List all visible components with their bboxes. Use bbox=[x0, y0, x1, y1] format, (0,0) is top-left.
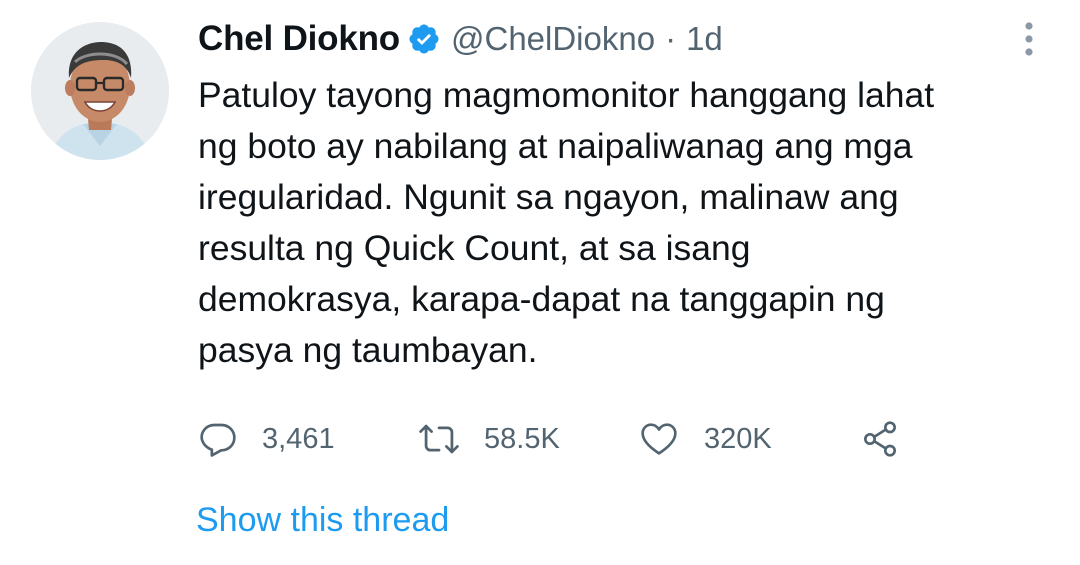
tweet-text-line: ng boto ay nabilang at naipaliwanag ang … bbox=[198, 126, 913, 166]
like-button[interactable]: 320K bbox=[638, 417, 772, 461]
tweet-timestamp[interactable]: 1d bbox=[686, 20, 723, 58]
tweet-text-line: Patuloy tayong magmomonitor hanggang lah… bbox=[198, 75, 935, 115]
tweet-text-line: demokrasya, karapa-dapat na tanggapin ng bbox=[198, 279, 885, 319]
like-count: 320K bbox=[704, 422, 772, 455]
tweet-card[interactable]: Chel Diokno @ChelDiokno · 1d Patuloy tay… bbox=[0, 0, 1080, 565]
avatar-photo bbox=[31, 22, 169, 160]
tweet-text: Patuloy tayong magmomonitor hanggang lah… bbox=[198, 70, 1058, 376]
tweet-text-line: resulta ng Quick Count, at sa isang bbox=[198, 228, 751, 268]
more-vertical-icon[interactable] bbox=[1015, 18, 1043, 60]
retweet-button[interactable]: 58.5K bbox=[418, 417, 560, 461]
share-button[interactable] bbox=[860, 417, 900, 461]
author-handle[interactable]: @ChelDiokno bbox=[451, 20, 655, 58]
heart-icon bbox=[641, 423, 677, 455]
tweet-header: Chel Diokno @ChelDiokno · 1d bbox=[198, 14, 723, 64]
reply-icon bbox=[200, 423, 236, 457]
header-separator: · bbox=[665, 20, 677, 57]
share-icon bbox=[864, 421, 896, 457]
tweet-text-line: iregularidad. Ngunit sa ngayon, malinaw … bbox=[198, 177, 899, 217]
retweet-icon bbox=[419, 424, 459, 454]
author-name[interactable]: Chel Diokno bbox=[198, 19, 400, 59]
verified-badge-icon bbox=[407, 22, 441, 56]
reply-button[interactable]: 3,461 bbox=[198, 417, 335, 461]
tweet-actions: 3,461 58.5K 320K bbox=[198, 417, 978, 461]
show-thread-link[interactable]: Show this thread bbox=[196, 501, 449, 540]
avatar[interactable] bbox=[31, 22, 169, 160]
retweet-count: 58.5K bbox=[484, 422, 560, 455]
tweet-text-line: pasya ng taumbayan. bbox=[198, 330, 538, 370]
reply-count: 3,461 bbox=[262, 422, 335, 455]
